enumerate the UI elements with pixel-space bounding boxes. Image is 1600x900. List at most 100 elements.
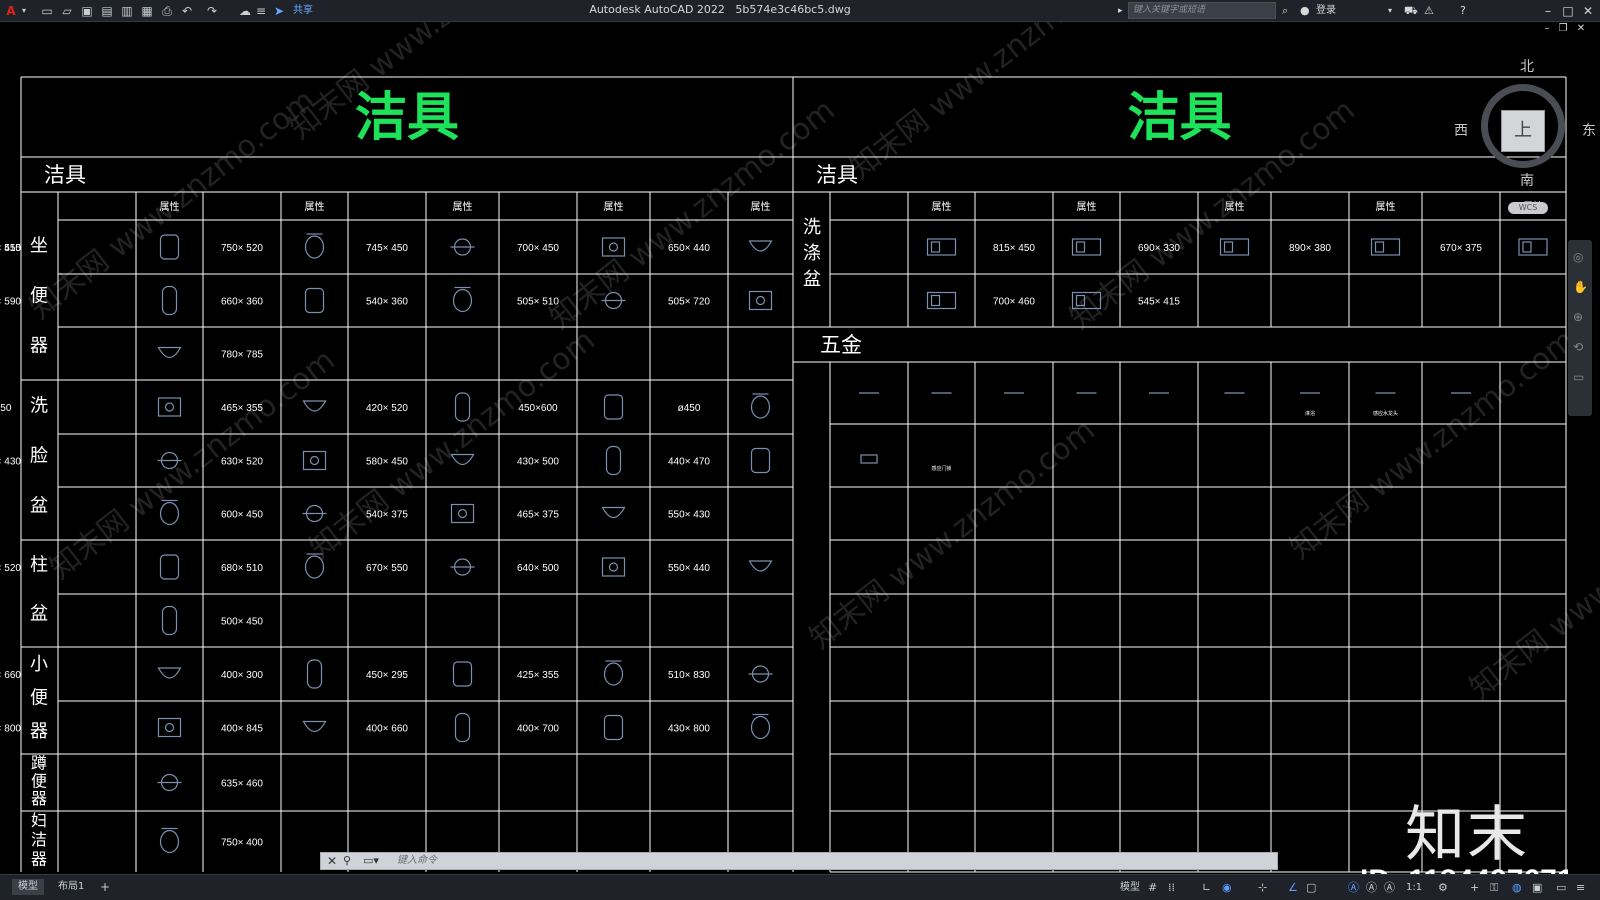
share-button[interactable]: 共享 (290, 3, 316, 19)
drawing-restore-button[interactable]: ❐ (1556, 22, 1570, 36)
lineweight-icon[interactable]: ▢ (1306, 880, 1316, 896)
search-expand-icon[interactable]: ▸ (1118, 3, 1123, 19)
size-value: 505× 510 (517, 297, 559, 308)
size-value: 540× 360 (366, 297, 408, 308)
search-input[interactable]: 键入关键字或短语 (1128, 2, 1276, 19)
size-value: ø450 (0, 403, 12, 414)
wcs-menu[interactable]: WCS (1508, 202, 1548, 214)
save-as-icon[interactable]: ▤ (100, 3, 114, 19)
polar-icon[interactable]: ◉ (1222, 880, 1232, 896)
watermark-text: 知末网 www.znzmo.com (1283, 323, 1581, 567)
autocad-logo-icon[interactable]: A (4, 3, 18, 19)
drawing-minimize-button[interactable]: – (1540, 22, 1554, 36)
showmotion-icon[interactable]: ▭ (1573, 370, 1584, 384)
category-label: 洁 (31, 830, 47, 849)
login-dropdown-icon[interactable]: ▾ (1388, 3, 1392, 19)
annotation-scale-icon[interactable]: Ⓐ (1384, 880, 1395, 896)
fixture-symbol (304, 555, 325, 579)
cart-icon[interactable]: ⛟ (1404, 3, 1418, 19)
drawing-canvas[interactable]: 知末网 www.znzmo.com 知末网 www.znzmo.com 知末网 ww… (0, 22, 1600, 874)
fixture-symbol (750, 447, 771, 474)
redo-icon[interactable]: ↷ (205, 3, 219, 19)
fixture-symbol (750, 715, 771, 740)
size-value: 600× 520 (0, 563, 21, 574)
add-layout-icon[interactable]: + (94, 879, 116, 895)
recent-commands-icon[interactable]: ▭▾ (363, 853, 379, 869)
size-value: 700× 460 (993, 297, 1035, 308)
watermark-text: 知末网 www.znzmo.com (803, 413, 1101, 657)
size-value: 640× 500 (517, 563, 559, 574)
viewcube[interactable]: 北 南 东 西 上 WCS (1454, 56, 1600, 214)
watermark-text: 知末网 www.znzmo.com (43, 343, 341, 587)
drawing-close-button[interactable]: ✕ (1574, 22, 1588, 36)
fixture-symbol (159, 501, 180, 526)
znzmo-logo: 知末 (1405, 800, 1529, 870)
isolate-objects-icon[interactable]: ◍ (1512, 880, 1522, 896)
command-line-customize-icon[interactable]: ⚲ (343, 853, 351, 869)
fixture-symbol (302, 400, 327, 412)
print-icon[interactable]: ⎙ (160, 3, 174, 19)
snap-icon[interactable]: ⁞⁞ (1168, 880, 1175, 896)
fixture-symbol (304, 235, 325, 259)
clean-screen-icon[interactable]: ▭ (1556, 880, 1566, 896)
tab-layout1[interactable]: 布局1 (52, 879, 90, 895)
category-label: 器 (31, 849, 47, 868)
command-input[interactable]: 键入命令 (397, 853, 437, 869)
osnap-icon[interactable]: ⊹ (1258, 880, 1267, 896)
viewcube-top-face[interactable]: 上 (1501, 110, 1545, 152)
orbit-icon[interactable]: ⟲ (1573, 340, 1583, 354)
app-menu-dropdown-icon[interactable]: ▾ (20, 3, 28, 19)
ortho-icon[interactable]: ∟ (1202, 880, 1211, 896)
header-cell: 属性 (1077, 200, 1097, 213)
size-value: 505× 720 (668, 297, 710, 308)
compass-west[interactable]: 西 (1454, 120, 1468, 140)
compass-north[interactable]: 北 (1520, 56, 1534, 76)
full-navigation-wheel-icon[interactable]: ◎ (1573, 250, 1583, 264)
header-cell: 属性 (305, 200, 325, 213)
compass-south[interactable]: 南 (1520, 170, 1534, 190)
search-icon[interactable]: ⌕ (1282, 3, 1288, 19)
hardware-acceleration-icon[interactable]: ▣ (1532, 880, 1542, 896)
cloud-icon[interactable]: ☁ (238, 3, 252, 19)
user-icon[interactable]: ● (1300, 3, 1310, 19)
fixture-symbol (452, 288, 473, 313)
zoom-extents-icon[interactable]: ⊕ (1573, 310, 1583, 324)
save-icon[interactable]: ▣ (80, 3, 94, 19)
undo-icon[interactable]: ↶ (180, 3, 194, 19)
category-label: 洗 (803, 217, 821, 238)
open-icon[interactable]: ▱ (60, 3, 74, 19)
workspace-gear-icon[interactable]: ⚙ (1438, 880, 1448, 896)
grid-icon[interactable]: # (1148, 880, 1157, 896)
customization-icon[interactable]: ≡ (1576, 880, 1585, 896)
login-button[interactable]: 登录 (1316, 3, 1336, 19)
category-label: 坐 (30, 235, 48, 256)
auto-scale-icon[interactable]: Ⓐ (1366, 880, 1377, 896)
publish-icon[interactable]: ▦ (140, 3, 154, 19)
minimize-button[interactable]: – (1538, 2, 1558, 20)
command-line-close-icon[interactable]: ✕ (327, 853, 337, 869)
category-label: 蹲 (31, 754, 47, 773)
annotation-visibility-icon[interactable]: Ⓐ (1348, 880, 1359, 896)
size-value: 450×600 (518, 403, 558, 414)
category-label: 盆 (803, 269, 821, 290)
annotation-monitor-icon[interactable]: + (1470, 880, 1479, 896)
annotation-scale-value[interactable]: 1:1 (1406, 880, 1422, 896)
fixture-symbol-drain (608, 242, 619, 252)
maximize-button[interactable]: □ (1558, 2, 1578, 20)
autodesk-account-icon[interactable]: ⚠ (1424, 3, 1434, 19)
pan-icon[interactable]: ✋ (1573, 280, 1588, 294)
dynamic-input-icon[interactable]: ∠ (1288, 880, 1298, 896)
share-icon[interactable]: ➤ (272, 3, 286, 19)
close-button[interactable]: ✕ (1578, 2, 1598, 20)
units-icon[interactable]: ⚿ (1490, 880, 1498, 896)
tab-model[interactable]: 模型 (12, 879, 44, 895)
size-value: 500× 450 (221, 617, 263, 628)
compass-east[interactable]: 东 (1582, 120, 1596, 140)
customize-qat-icon[interactable]: ≡ (256, 3, 266, 19)
new-icon[interactable]: ▭ (40, 3, 54, 19)
model-space-button[interactable]: 模型 (1120, 880, 1140, 896)
fixture-symbol (161, 285, 178, 316)
plot-icon[interactable]: ▥ (120, 3, 134, 19)
header-cell: 属性 (751, 200, 771, 213)
help-icon[interactable]: ? (1460, 3, 1466, 19)
